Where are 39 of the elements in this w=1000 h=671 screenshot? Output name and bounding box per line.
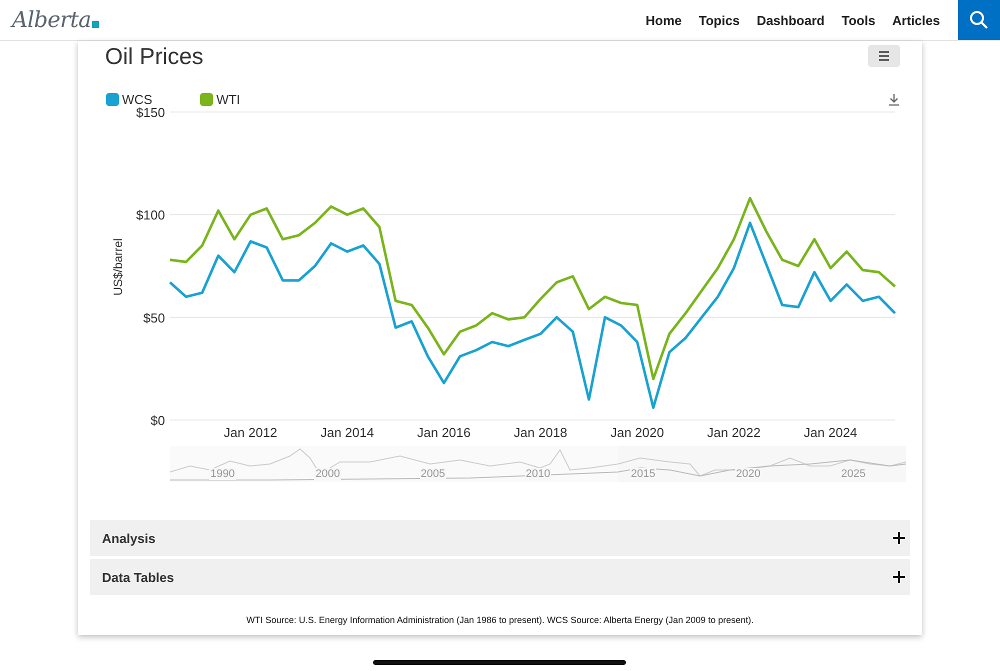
download-icon[interactable] bbox=[888, 92, 900, 106]
y-tick-label: $100 bbox=[136, 208, 165, 223]
x-tick-label: Jan 2020 bbox=[610, 425, 664, 440]
search-icon bbox=[969, 10, 989, 30]
nav-link[interactable]: Articles bbox=[892, 12, 940, 28]
y-axis-title: US$/barrel bbox=[111, 238, 125, 296]
plus-icon bbox=[892, 570, 906, 584]
navigator-label: 2020 bbox=[735, 468, 762, 480]
legend-item[interactable]: WCS bbox=[106, 92, 152, 106]
navigator-label: 2015 bbox=[630, 468, 656, 480]
legend-item[interactable]: WTI bbox=[200, 92, 240, 106]
source-note: WTI Source: U.S. Energy Information Administration (Jan 1986 to present). WCS Source: Alberta Energy (Jan 2009 to present). bbox=[245, 615, 755, 625]
search-button[interactable] bbox=[958, 0, 1000, 40]
navigator-label: 2005 bbox=[420, 468, 446, 480]
chart-title: Oil Prices bbox=[105, 42, 204, 70]
navigator-label: 2025 bbox=[840, 468, 867, 480]
logo-mark-icon bbox=[92, 20, 99, 28]
nav-link[interactable]: Tools bbox=[842, 12, 876, 28]
navigator-label: 2000 bbox=[314, 468, 341, 480]
y-tick-label: $0 bbox=[150, 413, 165, 428]
plus-icon bbox=[892, 531, 906, 545]
nav-link[interactable]: Dashboard bbox=[756, 12, 825, 28]
logo[interactable]: Alberta bbox=[12, 8, 91, 32]
x-tick-label: Jan 2016 bbox=[417, 425, 471, 440]
nav-link[interactable]: Home bbox=[646, 12, 682, 28]
y-tick-label: $50 bbox=[143, 310, 165, 326]
navigator-label: 2010 bbox=[524, 468, 552, 480]
navigator-label: 1990 bbox=[209, 468, 236, 480]
accordion-header[interactable]: Analysis bbox=[90, 520, 910, 556]
y-tick-label: $150 bbox=[136, 105, 165, 120]
x-tick-label: Jan 2022 bbox=[707, 425, 761, 440]
menu-icon bbox=[878, 51, 890, 61]
accordion-header[interactable]: Data Tables bbox=[90, 559, 910, 595]
x-tick-label: Jan 2012 bbox=[224, 425, 278, 440]
x-tick-label: Jan 2018 bbox=[514, 425, 568, 440]
x-tick-label: Jan 2014 bbox=[320, 425, 374, 440]
nav-link[interactable]: Topics bbox=[698, 12, 740, 28]
chart-menu-button[interactable] bbox=[868, 45, 900, 67]
x-tick-label: Jan 2024 bbox=[804, 425, 858, 440]
